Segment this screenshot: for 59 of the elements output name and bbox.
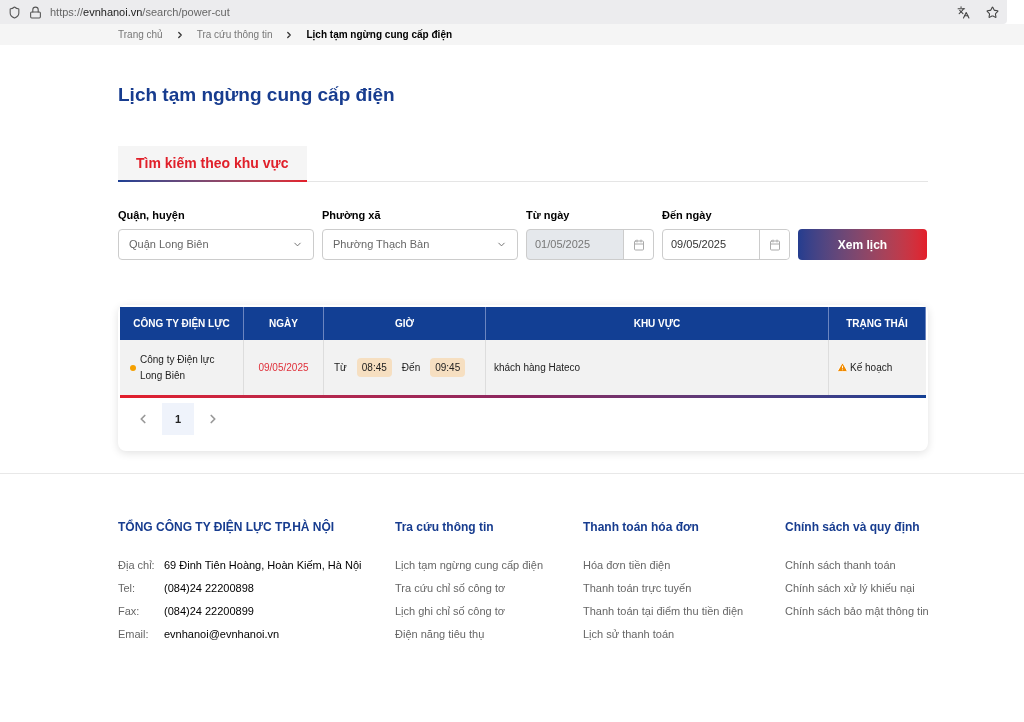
view-schedule-button[interactable]: Xem lịch bbox=[798, 229, 927, 260]
field-label: Phường xã bbox=[322, 207, 382, 223]
date-value: 09/05/2025 bbox=[670, 237, 728, 253]
warning-icon bbox=[837, 362, 848, 373]
footer-heading: TỔNG CÔNG TY ĐIỆN LỰC TP.HÀ NỘI bbox=[118, 518, 336, 536]
contact-label: Email: bbox=[118, 627, 150, 641]
footer-heading: Tra cứu thông tin bbox=[395, 519, 495, 536]
page-title: Lịch tạm ngừng cung cấp điện bbox=[118, 83, 396, 107]
field-label: Từ ngày bbox=[526, 207, 571, 223]
date-value: 01/05/2025 bbox=[534, 237, 592, 253]
lock-icon bbox=[29, 5, 42, 19]
contact-label: Địa chỉ: bbox=[118, 558, 156, 572]
contact-value: 69 Đinh Tiên Hoàng, Hoàn Kiếm, Hà Nội bbox=[164, 558, 362, 572]
dropdown-select[interactable]: Quận Long Biên bbox=[118, 229, 314, 260]
contact-value: evnhanoi@evnhanoi.vn bbox=[164, 627, 280, 641]
footer-link[interactable]: Lịch ghi chỉ số công tơ bbox=[395, 604, 583, 618]
contact-value: (084)24 22200898 bbox=[164, 581, 254, 595]
contact-value: (084)24 22200899 bbox=[164, 604, 254, 618]
breadcrumb-link[interactable]: Lịch tạm ngừng cung cấp điện bbox=[306, 27, 453, 42]
translate-icon[interactable] bbox=[957, 5, 970, 19]
footer-link[interactable]: Lịch sử thanh toán bbox=[583, 627, 785, 641]
breadcrumb-link[interactable]: Trang chủ bbox=[118, 27, 163, 42]
column-header: NGÀY bbox=[244, 307, 324, 340]
dropdown-select[interactable]: Phường Thạch Bàn bbox=[322, 229, 518, 260]
column-header: GIỜ bbox=[324, 307, 486, 340]
column-header: TRẠNG THÁI bbox=[829, 307, 926, 340]
footer-link[interactable]: Chính sách xử lý khiếu nại bbox=[785, 581, 935, 595]
shield-icon[interactable] bbox=[8, 5, 21, 19]
date-input-field[interactable]: 09/05/2025 bbox=[662, 229, 790, 260]
footer-link[interactable]: Chính sách bảo mật thông tin bbox=[785, 604, 935, 618]
table-cell-text: 09/05/2025 bbox=[258, 361, 309, 375]
contact-label: Tel: bbox=[118, 581, 137, 595]
footer-link[interactable]: Chính sách thanh toán bbox=[785, 558, 935, 572]
page-button[interactable]: 1 bbox=[162, 403, 194, 435]
footer-heading: Thanh toán hóa đơn bbox=[583, 519, 700, 536]
footer-heading: Chính sách và quy định bbox=[785, 519, 921, 536]
bookmark-star-icon[interactable] bbox=[986, 5, 999, 19]
to-label: Đến bbox=[401, 361, 421, 375]
from-label: Từ bbox=[334, 361, 347, 375]
calendar-icon[interactable] bbox=[768, 238, 781, 251]
footer-link[interactable]: Lịch tạm ngừng cung cấp điện bbox=[395, 558, 583, 572]
footer-link[interactable]: Thanh toán trực tuyến bbox=[583, 581, 785, 595]
time-badge: 08:45 bbox=[356, 358, 392, 377]
time-badge: 09:45 bbox=[430, 358, 466, 377]
tab[interactable]: Tìm kiếm theo khu vực bbox=[118, 145, 307, 181]
url-text[interactable]: https://evnhanoi.vn/search/power-cut bbox=[50, 3, 230, 21]
table-cell-text: khách hàng Hateco bbox=[494, 361, 581, 375]
field-label: Quận, huyện bbox=[118, 207, 186, 223]
footer-link[interactable]: Hóa đơn tiền điện bbox=[583, 558, 785, 572]
table-cell-text: Công ty Điện lực Long Biên bbox=[140, 352, 216, 383]
column-header: CÔNG TY ĐIỆN LỰC bbox=[120, 307, 244, 340]
column-header: KHU VỰC bbox=[486, 307, 829, 340]
footer-link[interactable]: Thanh toán tại điểm thu tiền điện bbox=[583, 604, 785, 618]
footer-link[interactable]: Tra cứu chỉ số công tơ bbox=[395, 581, 583, 595]
contact-label: Fax: bbox=[118, 604, 141, 618]
footer-link[interactable]: Điện năng tiêu thụ bbox=[395, 627, 583, 641]
table-cell-text: Kế hoạch bbox=[850, 361, 893, 375]
field-label: Đến ngày bbox=[662, 207, 713, 223]
breadcrumb-link[interactable]: Tra cứu thông tin bbox=[196, 27, 273, 42]
